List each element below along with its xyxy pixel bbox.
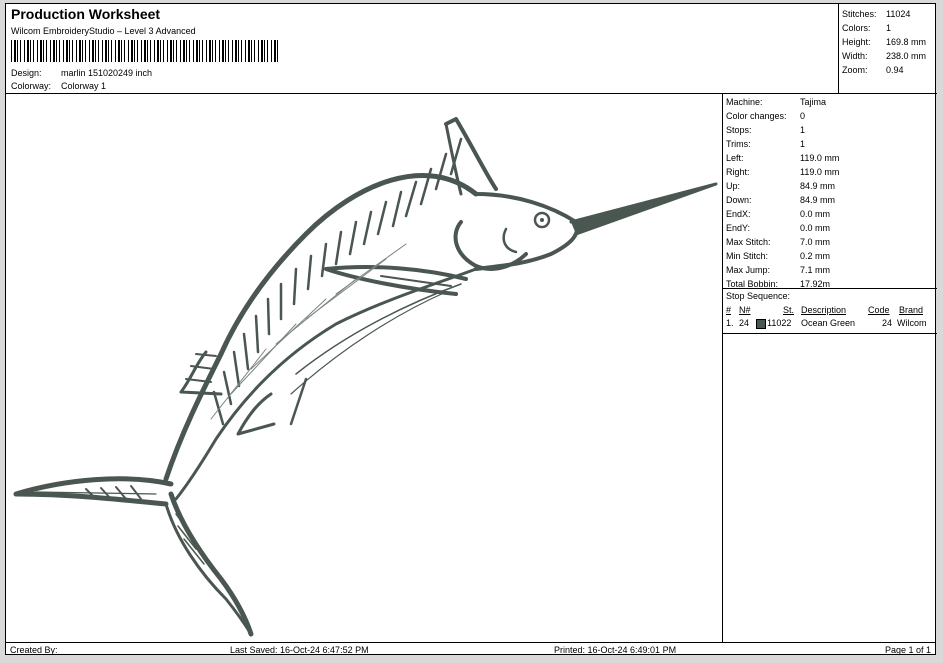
marlin-embroidery-image [13,117,718,637]
stop-row-code: 24 [882,318,893,328]
stat-label: Colors: [842,23,871,33]
stat-label: Height: [842,37,871,47]
stat-value: 238.0 mm [886,51,927,61]
info-value: 1 [800,125,806,135]
col-header-st: St. [783,305,795,315]
info-label: Left: [726,153,744,163]
info-label: Min Stitch: [726,251,769,261]
worksheet-title: Production Worksheet [11,6,161,22]
stat-label: Width: [842,51,868,61]
machine-info-panel: Machine: Tajima Color changes: 0 Stops: 1 T… [723,94,937,642]
stat-colors: Colors: 1 [842,21,937,35]
col-header-description: Description [801,305,847,315]
colorway-label: Colorway: [11,81,52,91]
design-preview [6,94,723,642]
stop-sequence-label: Stop Sequence: [726,291,791,301]
info-row: EndX: 0.0 mm [723,207,937,221]
info-value: 84.9 mm [800,195,836,205]
info-label: Max Stitch: [726,237,771,247]
stop-row-st: 11022 [767,318,792,328]
stop-sequence-section: Stop Sequence: # N# St. Description Code… [723,288,937,334]
info-value: 0.0 mm [800,223,831,233]
worksheet-footer: Created By: Last Saved: 16-Oct-24 6:47:5… [6,642,935,655]
design-label: Design: [11,68,42,78]
info-value: 0.0 mm [800,209,831,219]
info-label: Down: [726,195,752,205]
info-label: Stops: [726,125,752,135]
colorway-value: Colorway 1 [61,81,107,91]
info-row: Down: 84.9 mm [723,193,937,207]
info-value: 0 [800,111,806,121]
info-row: Stops: 1 [723,123,937,137]
stop-row-num: 1. [726,318,734,328]
stat-label: Stitches: [842,9,877,19]
info-row: Color changes: 0 [723,109,937,123]
barcode [11,40,279,62]
design-row: Design: marlin 151020249 inch [11,68,152,78]
worksheet-page: Production Worksheet Wilcom EmbroiderySt… [5,3,937,655]
info-label: Color changes: [726,111,787,121]
stat-value: 1 [886,23,892,33]
info-label: EndY: [726,223,751,233]
stat-height: Height: 169.8 mm [842,35,937,49]
info-label: Right: [726,167,750,177]
info-label: EndX: [726,209,751,219]
stat-value: 169.8 mm [886,37,927,47]
stat-value: 0.94 [886,65,904,75]
info-label: Machine: [726,97,763,107]
stat-stitches: Stitches: 11024 [842,7,937,21]
stop-row-n: 24 [739,318,750,328]
col-header-num: # [726,305,732,315]
stat-label: Zoom: [842,65,868,75]
worksheet-header: Production Worksheet Wilcom EmbroiderySt… [6,4,937,94]
info-label: Up: [726,181,741,191]
stop-row-brand: Wilcom [897,318,927,328]
info-row: Right: 119.0 mm [723,165,937,179]
info-row: Max Jump: 7.1 mm [723,263,937,277]
last-saved: Last Saved: 16-Oct-24 6:47:52 PM [230,645,369,655]
stop-row-description: Ocean Green [801,318,856,328]
col-header-n: N# [739,305,751,315]
info-row: Min Stitch: 0.2 mm [723,249,937,263]
page-number: Page 1 of 1 [884,645,931,655]
info-label: Max Jump: [726,265,771,275]
design-value: marlin 151020249 inch [61,68,153,78]
stat-value: 11024 [886,9,911,19]
stats-panel: Stitches: 11024 Colors: 1 Height: 169.8 mm … [838,4,937,94]
created-by: Created By: [10,645,58,655]
info-row: EndY: 0.0 mm [723,221,937,235]
info-value: 119.0 mm [800,167,840,177]
col-header-brand: Brand [899,305,924,315]
info-value: 7.1 mm [800,265,831,275]
info-row: Machine: Tajima [723,95,937,109]
info-value: Tajima [800,97,827,107]
info-row: Left: 119.0 mm [723,151,937,165]
colorway-row: Colorway: Colorway 1 [11,81,106,91]
info-value: 0.2 mm [800,251,831,261]
info-row: Max Stitch: 7.0 mm [723,235,937,249]
software-name: Wilcom EmbroideryStudio – Level 3 Advanc… [11,26,196,36]
info-row: Up: 84.9 mm [723,179,937,193]
info-label: Trims: [726,139,751,149]
col-header-code: Code [868,305,890,315]
info-value: 1 [800,139,806,149]
info-value: 7.0 mm [800,237,831,247]
printed-date: Printed: 16-Oct-24 6:49:01 PM [554,645,677,655]
thread-color-swatch [756,318,766,329]
info-value: 119.0 mm [800,153,840,163]
stat-width: Width: 238.0 mm [842,49,937,63]
info-value: 84.9 mm [800,181,836,191]
stat-zoom: Zoom: 0.94 [842,63,937,77]
info-row: Trims: 1 [723,137,937,151]
